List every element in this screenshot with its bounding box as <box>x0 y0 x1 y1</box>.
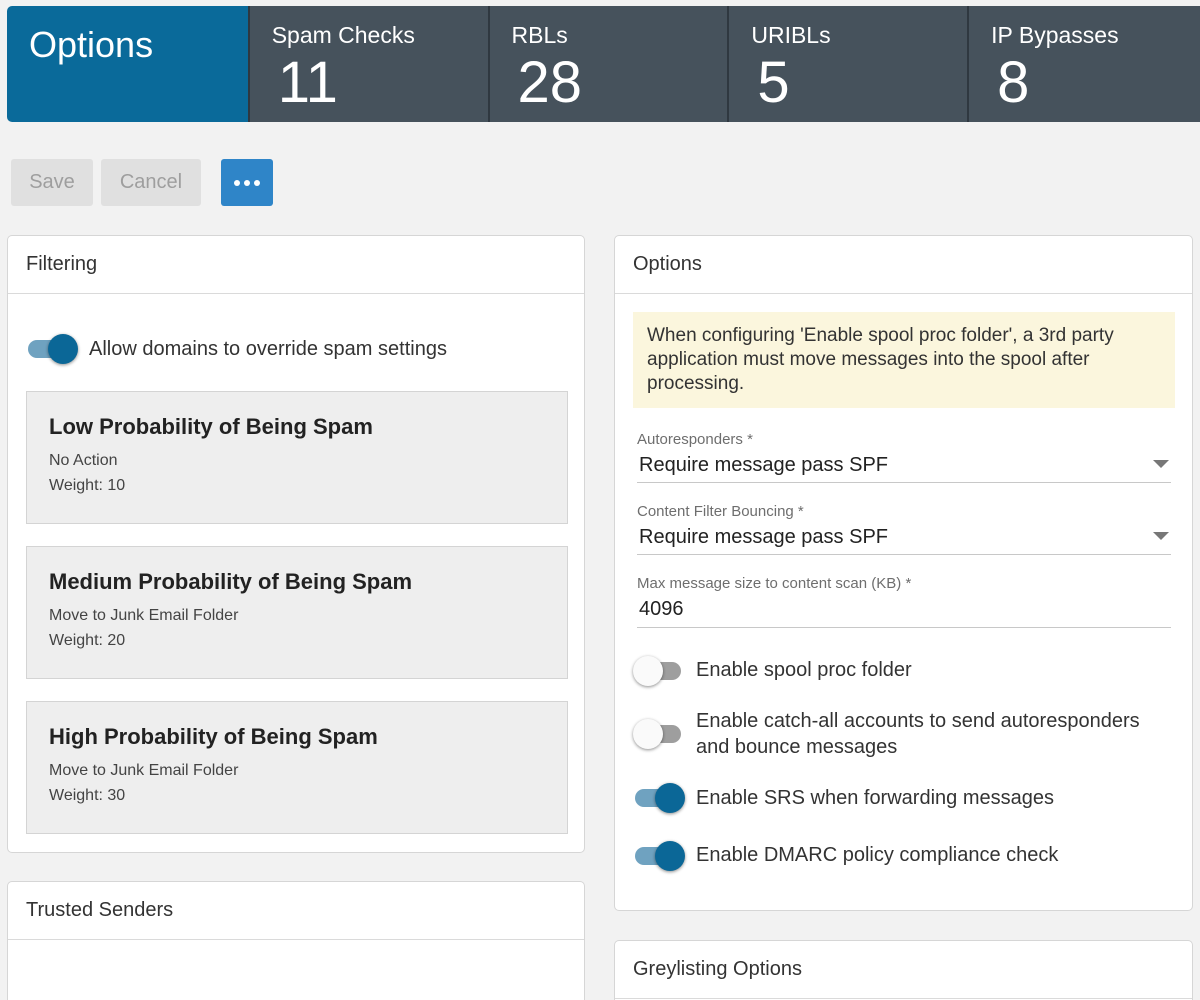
srs-toggle[interactable] <box>633 783 685 813</box>
stat-label: Spam Checks <box>271 22 415 48</box>
autoresponders-value: Require message pass SPF <box>639 454 889 476</box>
autoresponders-label: Autoresponders * <box>637 431 753 448</box>
spam-level-card-high[interactable]: High Probability of Being Spam Move to J… <box>26 701 568 834</box>
spam-level-action: Move to Junk Email Folder <box>49 607 239 624</box>
content-filter-bouncing-select[interactable]: Content Filter Bouncing * Require messag… <box>637 503 1171 555</box>
tab-options-label: Options <box>29 24 154 65</box>
dmarc-toggle[interactable] <box>633 841 685 871</box>
stat-label: RBLs <box>511 22 568 48</box>
tab-uribls[interactable]: URIBLs 5 <box>727 6 968 122</box>
filtering-panel-title: Filtering <box>8 236 584 294</box>
more-actions-button[interactable] <box>221 159 273 206</box>
spam-level-weight: Weight: 20 <box>49 632 126 649</box>
spam-level-action: Move to Junk Email Folder <box>49 762 239 779</box>
save-button[interactable]: Save <box>11 159 93 206</box>
stat-value: 8 <box>997 50 1030 115</box>
catch-all-label: Enable catch-all accounts to send autore… <box>696 710 1140 758</box>
autoresponders-select[interactable]: Autoresponders * Require message pass SP… <box>637 431 1171 483</box>
spam-level-title: Medium Probability of Being Spam <box>49 569 413 594</box>
trusted-senders-panel-title: Trusted Senders <box>8 882 584 940</box>
catch-all-toggle[interactable] <box>633 719 685 749</box>
tab-ip-bypasses[interactable]: IP Bypasses 8 <box>967 6 1200 122</box>
spool-proc-toggle[interactable] <box>633 656 685 686</box>
srs-label: Enable SRS when forwarding messages <box>696 787 1054 809</box>
content-filter-bouncing-label: Content Filter Bouncing * <box>637 503 804 520</box>
greylisting-panel: Greylisting Options <box>614 940 1193 1000</box>
spool-proc-label: Enable spool proc folder <box>696 659 912 681</box>
tab-rbls[interactable]: RBLs 28 <box>487 6 728 122</box>
allow-override-toggle[interactable] <box>26 334 78 364</box>
max-message-size-input[interactable]: Max message size to content scan (KB) * … <box>637 575 1171 628</box>
dmarc-label: Enable DMARC policy compliance check <box>696 844 1059 866</box>
stat-value: 28 <box>517 50 583 115</box>
spam-level-title: Low Probability of Being Spam <box>49 414 373 439</box>
options-panel-title: Options <box>615 236 1192 294</box>
cancel-button[interactable]: Cancel <box>101 159 201 206</box>
options-panel: Options When configuring 'Enable spool p… <box>614 235 1193 911</box>
stat-label: IP Bypasses <box>991 22 1119 48</box>
more-horizontal-icon <box>234 179 260 186</box>
spool-notice: When configuring 'Enable spool proc fold… <box>633 312 1175 408</box>
filtering-panel: Filtering Allow domains to override spam… <box>7 235 585 853</box>
dropdown-caret-icon <box>1153 460 1169 468</box>
spam-level-card-medium[interactable]: Medium Probability of Being Spam Move to… <box>26 546 568 679</box>
max-message-size-value: 4096 <box>639 598 684 620</box>
stat-label: URIBLs <box>751 22 831 48</box>
tab-spam-checks[interactable]: Spam Checks 11 <box>247 6 488 122</box>
spam-level-weight: Weight: 10 <box>49 477 126 494</box>
spam-level-title: High Probability of Being Spam <box>49 724 378 749</box>
trusted-senders-panel: Trusted Senders <box>7 881 585 1000</box>
greylisting-panel-title: Greylisting Options <box>615 941 1192 999</box>
max-message-size-label: Max message size to content scan (KB) * <box>637 575 912 592</box>
spam-level-action: No Action <box>49 452 118 469</box>
stats-bar: Options Spam Checks 11 RBLs 28 URIBLs 5 … <box>7 6 1200 122</box>
content-filter-bouncing-value: Require message pass SPF <box>639 526 889 548</box>
dropdown-caret-icon <box>1153 532 1169 540</box>
stat-value: 5 <box>757 50 790 115</box>
spam-level-card-low[interactable]: Low Probability of Being Spam No Action … <box>26 391 568 524</box>
allow-override-label: Allow domains to override spam settings <box>89 338 447 360</box>
spam-level-weight: Weight: 30 <box>49 787 126 804</box>
tab-options[interactable]: Options <box>7 6 248 122</box>
stat-value: 11 <box>277 50 338 115</box>
